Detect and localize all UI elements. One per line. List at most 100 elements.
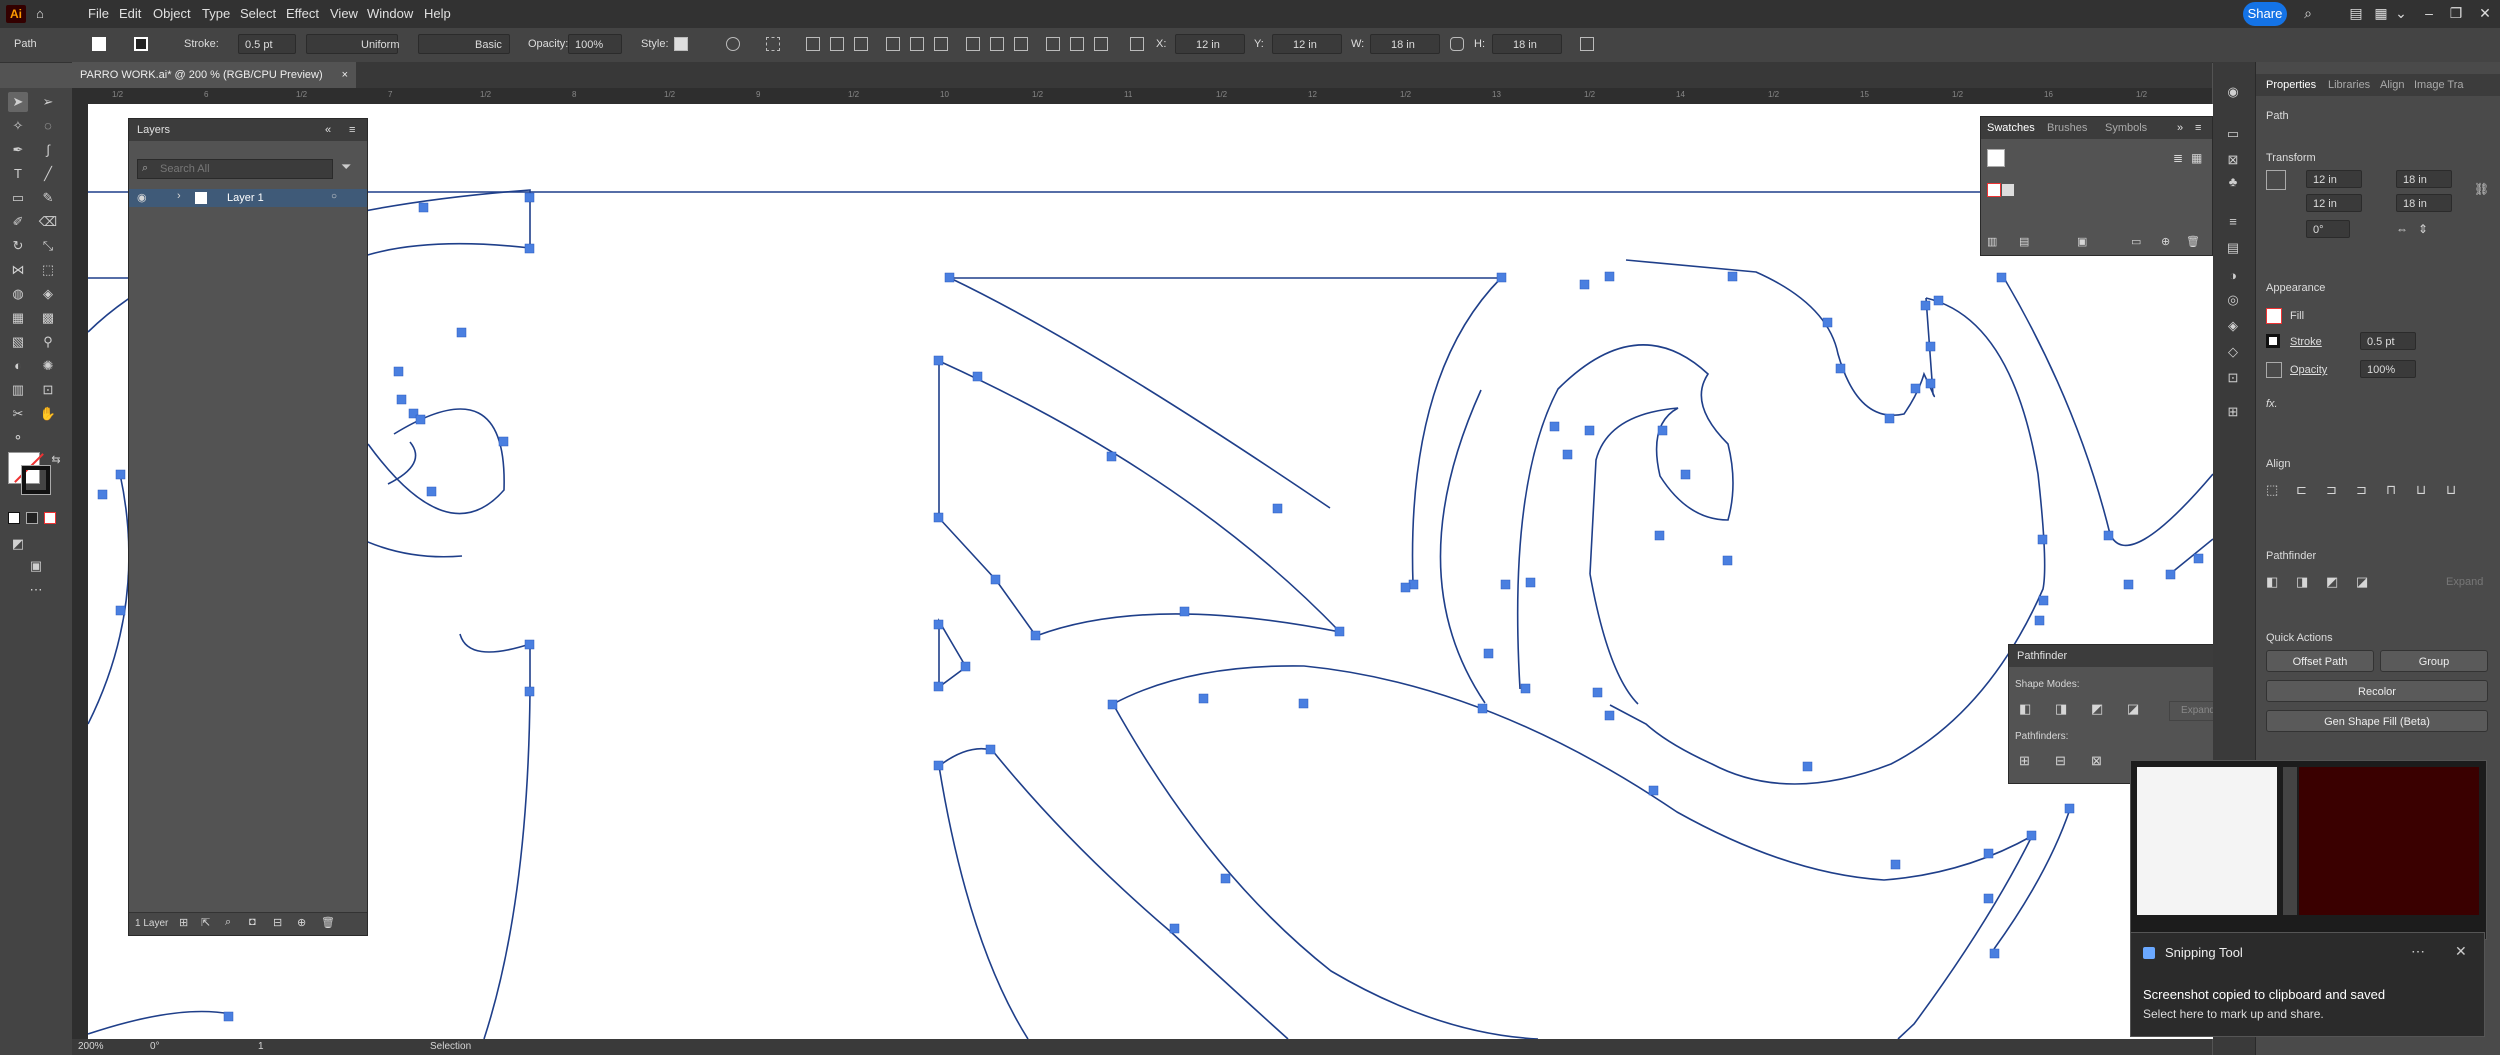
pf-minus-front-icon[interactable]: ◨: [2296, 574, 2308, 590]
free-transform-tool-icon[interactable]: ⬚: [38, 260, 58, 280]
swatch-options-icon[interactable]: ▣: [2077, 235, 2087, 248]
constrain-proportions-icon[interactable]: ⛓: [2474, 182, 2489, 196]
notification-close-icon[interactable]: ✕: [2455, 943, 2467, 960]
fill-swatch-icon[interactable]: [92, 37, 106, 51]
live-paint-tool-icon[interactable]: ◈: [38, 284, 58, 304]
scale-tool-icon[interactable]: ⤡: [38, 236, 58, 256]
export-icon[interactable]: ⇱: [201, 916, 210, 929]
eyedropper-tool-icon[interactable]: ⚲: [38, 332, 58, 352]
flip-horizontal-icon[interactable]: ⇔: [2396, 222, 2408, 236]
gradient-mode-icon[interactable]: [26, 512, 38, 524]
perspective-grid-tool-icon[interactable]: ▦: [8, 308, 28, 328]
search-icon[interactable]: ⌕: [2299, 4, 2317, 22]
tab-align[interactable]: Align: [2380, 79, 2404, 91]
list-view-icon[interactable]: ≣: [2173, 151, 2183, 165]
align-bottom-icon[interactable]: [934, 37, 948, 51]
menu-file[interactable]: File: [88, 6, 109, 21]
unite-icon[interactable]: ◧: [2019, 701, 2031, 717]
direct-selection-tool-icon[interactable]: ➢: [38, 92, 58, 112]
new-color-group-icon[interactable]: ▭: [2131, 235, 2141, 248]
align-bottom-icon[interactable]: ⊔: [2446, 482, 2456, 498]
pathfinder-dock-icon[interactable]: ⊞: [2223, 402, 2243, 422]
y-field[interactable]: 12 in: [1272, 34, 1342, 54]
new-layer-icon[interactable]: ⊕: [297, 916, 306, 929]
transparency-dock-icon[interactable]: ◑: [2223, 266, 2243, 286]
minimize-icon[interactable]: –: [2420, 4, 2438, 22]
symbols-dock-icon[interactable]: ♣: [2223, 172, 2243, 192]
panel-overflow-icon[interactable]: »: [2177, 122, 2183, 134]
tab-properties[interactable]: Properties: [2266, 79, 2316, 91]
gen-shape-fill-button[interactable]: Gen Shape Fill (Beta): [2266, 710, 2488, 732]
menu-object[interactable]: Object: [153, 6, 191, 21]
clipping-mask-icon[interactable]: ◘: [249, 916, 256, 928]
target-icon[interactable]: ○: [331, 191, 337, 202]
swap-colors-icon[interactable]: ⇆: [46, 450, 66, 470]
menu-effect[interactable]: Effect: [286, 6, 319, 21]
recolor-button[interactable]: Recolor: [2266, 680, 2488, 702]
links-dock-icon[interactable]: ⊠: [2223, 150, 2243, 170]
distribute-bottom-icon[interactable]: [1014, 37, 1028, 51]
align-right-icon[interactable]: [854, 37, 868, 51]
workspace-menu-icon[interactable]: ⌄: [2392, 4, 2410, 22]
menu-edit[interactable]: Edit: [119, 6, 141, 21]
transform-options-icon[interactable]: [1580, 37, 1594, 51]
align-right-icon[interactable]: ⊐: [2356, 482, 2367, 498]
width-tool-icon[interactable]: ⋈: [8, 260, 28, 280]
symbol-sprayer-tool-icon[interactable]: ✺: [38, 356, 58, 376]
stroke-weight-field[interactable]: 0.5 pt: [238, 34, 296, 54]
close-window-icon[interactable]: ✕: [2476, 4, 2494, 22]
align-left-icon[interactable]: ⊏: [2296, 482, 2307, 498]
pen-tool-icon[interactable]: ✒: [8, 140, 28, 160]
appearance-stroke-field[interactable]: 0.5 pt: [2360, 332, 2416, 350]
rotation-value[interactable]: 0°: [150, 1041, 160, 1052]
appearance-opacity-label[interactable]: Opacity: [2290, 364, 2327, 376]
color-mode-icon[interactable]: [8, 512, 20, 524]
recolor-icon[interactable]: [726, 37, 740, 51]
pf-expand-button[interactable]: Expand: [2446, 576, 2483, 588]
appearance-stroke-label[interactable]: Stroke: [2290, 336, 2322, 348]
tab-libraries[interactable]: Libraries: [2328, 79, 2370, 91]
distribute-right-icon[interactable]: [1094, 37, 1108, 51]
menu-help[interactable]: Help: [424, 6, 451, 21]
screenshot-thumbnail[interactable]: [2130, 760, 2487, 940]
delete-swatch-icon[interactable]: 🗑: [2186, 235, 2200, 248]
line-tool-icon[interactable]: ╱: [38, 164, 58, 184]
tab-symbols[interactable]: Symbols: [2105, 122, 2147, 134]
variable-width-profile[interactable]: Uniform: [306, 34, 400, 54]
filter-icon[interactable]: ⏷: [341, 159, 351, 175]
expand-layer-icon[interactable]: ›: [177, 190, 181, 202]
appearance-fill-label[interactable]: Fill: [2290, 310, 2304, 322]
share-button[interactable]: Share: [2243, 2, 2287, 26]
pf-exclude-icon[interactable]: ◪: [2356, 574, 2368, 590]
type-tool-icon[interactable]: T: [8, 164, 28, 184]
hand-tool-icon[interactable]: ✋: [38, 404, 58, 424]
slice-tool-icon[interactable]: ✂: [8, 404, 28, 424]
stroke-swatch-icon[interactable]: [134, 37, 148, 51]
visibility-eye-icon[interactable]: ◉: [137, 191, 147, 204]
align-vcenter-icon[interactable]: [910, 37, 924, 51]
distribute-vcenter-icon[interactable]: [990, 37, 1004, 51]
distribute-top-icon[interactable]: [966, 37, 980, 51]
menu-select[interactable]: Select: [240, 6, 276, 21]
artwork-paths[interactable]: [88, 104, 2213, 1039]
transform-x-field[interactable]: 12 in: [2306, 170, 2362, 188]
distribute-left-icon[interactable]: [1046, 37, 1060, 51]
collect-export-icon[interactable]: ⊞: [179, 916, 188, 929]
artboard-canvas[interactable]: [88, 104, 2213, 1039]
grid-view-icon[interactable]: ▦: [2191, 151, 2202, 165]
transform-y-field[interactable]: 12 in: [2306, 194, 2362, 212]
mesh-tool-icon[interactable]: ▩: [38, 308, 58, 328]
none-mode-icon[interactable]: [44, 512, 56, 524]
snipping-tool-notification[interactable]: Snipping Tool ⋯ ✕ Screenshot copied to c…: [2130, 932, 2485, 1037]
shaper-tool-icon[interactable]: ✐: [8, 212, 28, 232]
eraser-tool-icon[interactable]: ⌫: [38, 212, 58, 232]
properties-dock-icon[interactable]: ◉: [2223, 82, 2243, 102]
artboard-number[interactable]: 1: [258, 1041, 264, 1052]
x-field[interactable]: 12 in: [1175, 34, 1245, 54]
locate-object-icon[interactable]: ⌕: [225, 916, 231, 929]
artboards-dock-icon[interactable]: ▭: [2223, 124, 2243, 144]
blend-tool-icon[interactable]: ◐: [8, 356, 28, 376]
minus-front-icon[interactable]: ◨: [2055, 701, 2067, 717]
artboard-tool-icon[interactable]: ⊡: [38, 380, 58, 400]
tab-swatches[interactable]: Swatches: [1987, 122, 2035, 134]
